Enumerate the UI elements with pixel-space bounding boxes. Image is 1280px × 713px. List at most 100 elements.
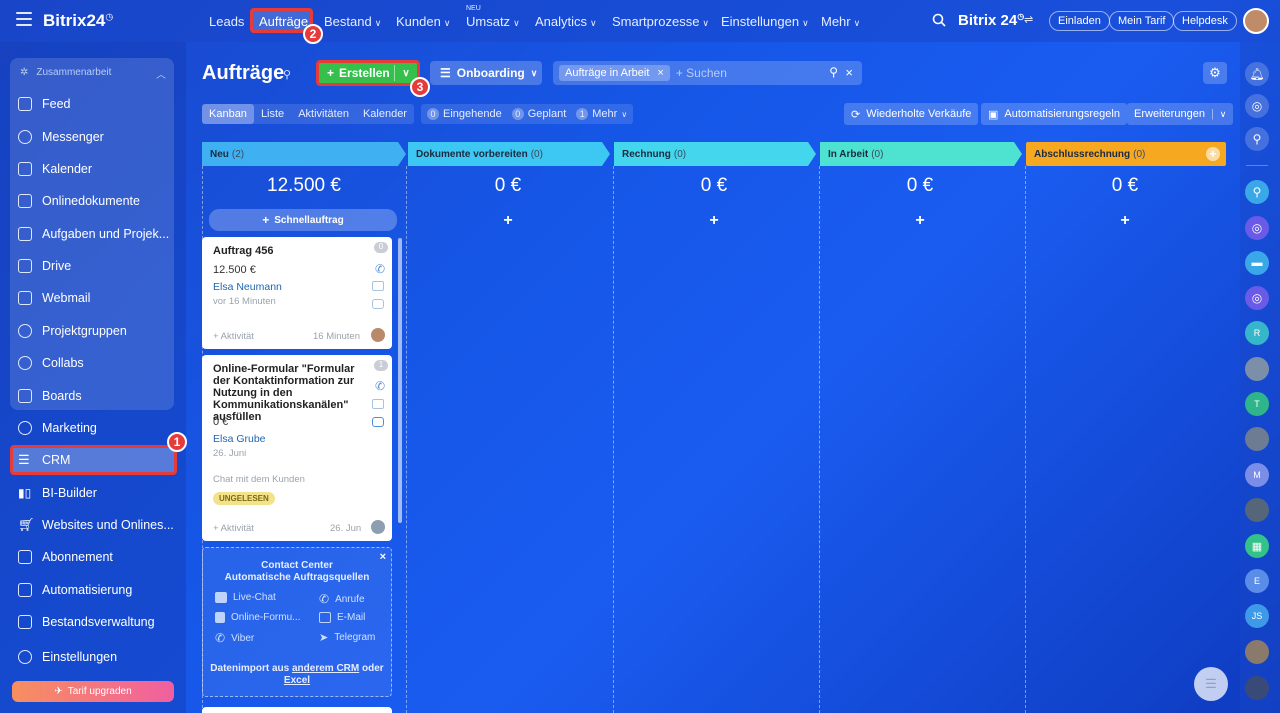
column-header-dokumente[interactable]: Dokumente vorbereiten (0) [408,142,610,166]
sidebar-item-marketing[interactable]: Marketing [18,418,97,438]
mail-icon[interactable] [372,281,384,291]
sidebar-item-websites[interactable]: 🛒︎ Websites und Onlines... [18,515,174,535]
mail-icon[interactable] [372,399,384,409]
nav-einstellungen[interactable]: Einstellungen ∨ [721,14,809,29]
cc-source-telegram[interactable]: ➤ Telegram [319,631,375,644]
card-contact[interactable]: Elsa Neumann [213,281,282,293]
contact-avatar[interactable] [1245,498,1269,522]
nav-smartprozesse[interactable]: Smartprozesse ∨ [612,14,709,29]
sidebar-item-bi-builder[interactable]: ▮▯ BI-Builder [18,483,97,503]
create-button[interactable]: + Erstellen ∨ [316,60,420,86]
sidebar-item-onlinedokumente[interactable]: Onlinedokumente [18,191,140,211]
import-excel-link[interactable]: Excel [284,675,310,686]
contact-avatar[interactable] [1245,640,1269,664]
add-activity-link[interactable]: + Aktivität [213,523,254,534]
card-title[interactable]: Online-Formular "Formular der Kontaktinf… [213,363,371,423]
sidebar-item-projektgruppen[interactable]: Projektgruppen [18,321,127,341]
chevron-down-icon[interactable]: ∨ [395,68,417,79]
sidebar-item-drive[interactable]: Drive [18,256,71,276]
cc-source-forms[interactable]: Online-Formu... [215,612,300,623]
add-column-icon[interactable]: + [1206,147,1220,161]
close-icon[interactable]: × [657,67,663,79]
nav-analytics[interactable]: Analytics ∨ [535,14,597,29]
phone-icon[interactable]: ✆ [375,262,385,276]
counter-geplant[interactable]: 0 Geplant [511,108,566,120]
chat-search-icon[interactable]: ⚲ [1245,127,1269,151]
contact-avatar[interactable] [1245,676,1269,700]
automation-button[interactable]: ▣ Automatisierungsregeln [981,103,1127,125]
counter-mehr[interactable]: 1 Mehr ∨ [576,108,627,120]
sidebar-item-bestandsverwaltung[interactable]: Bestandsverwaltung [18,612,155,632]
helpdesk-button[interactable]: Helpdesk [1173,11,1237,31]
sidebar-group-header[interactable]: ✲ Zusammenarbeit [20,67,111,78]
user-avatar[interactable] [1243,8,1269,34]
onboarding-button[interactable]: ☰ Onboarding ∨ [430,61,542,85]
contact-avatar[interactable]: T [1245,392,1269,416]
tab-liste[interactable]: Liste [254,104,291,124]
chat-icon[interactable] [372,417,384,427]
quick-deal-button[interactable]: + Schnellauftrag [209,209,397,231]
nav-leads[interactable]: Leads [209,14,244,29]
add-deal-icon[interactable]: + [822,212,1018,230]
add-deal-icon[interactable]: + [410,212,606,230]
contact-avatar[interactable] [1245,427,1269,451]
column-header-in-arbeit[interactable]: In Arbeit (0) [820,142,1022,166]
nav-kunden[interactable]: Kunden ∨ [396,14,450,29]
chat-list-button[interactable]: ☰ [1194,667,1228,701]
cc-source-email[interactable]: E-Mail [319,612,365,623]
sidebar-item-boards[interactable]: Boards [18,386,82,406]
clear-icon[interactable]: × [845,65,853,80]
my-plan-button[interactable]: Mein Tarif [1109,11,1175,31]
cc-source-livechat[interactable]: Live-Chat [215,592,276,603]
sidebar-item-crm[interactable]: ☰ CRM [18,450,70,470]
card-contact[interactable]: Elsa Grube [213,433,266,445]
import-crm-link[interactable]: anderem CRM [292,663,359,674]
phone-icon[interactable]: ✆ [375,379,385,393]
search-icon[interactable] [932,13,946,27]
sidebar-item-collabs[interactable]: Collabs [18,353,84,373]
search-filter[interactable]: Aufträge in Arbeit × + Suchen ⚲ × [553,61,862,85]
menu-icon[interactable] [16,12,32,26]
counter-eingehende[interactable]: 0 Eingehende [427,108,502,120]
tab-aktivitaeten[interactable]: Aktivitäten [291,104,356,124]
sidebar-item-kalender[interactable]: Kalender [18,159,92,179]
tab-kalender[interactable]: Kalender [356,104,414,124]
add-activity-link[interactable]: + Aktivität [213,331,254,342]
card-title[interactable]: Auftrag 456 [213,245,274,257]
sidebar-item-automatisierung[interactable]: Automatisierung [18,580,132,600]
nav-auftraege[interactable]: Aufträge [259,14,308,29]
avatar[interactable] [370,519,386,535]
invite-button[interactable]: Einladen [1049,11,1110,31]
sidebar-item-einstellungen[interactable]: Einstellungen [18,647,117,667]
search-input[interactable]: + Suchen [676,66,727,80]
logo[interactable]: Bitrix24◷ [43,11,113,31]
repeat-sales-button[interactable]: ⟳ Wiederholte Verkäufe [844,103,979,125]
channel-icon[interactable]: ◎ [1245,216,1269,240]
column-header-neu[interactable]: Neu (2) [202,142,406,166]
board-icon[interactable]: ▦ [1245,534,1269,558]
contact-avatar[interactable]: R [1245,321,1269,345]
contact-avatar[interactable]: M [1245,463,1269,487]
nav-umsatz[interactable]: Umsatz ∨ [466,14,520,29]
scrollbar[interactable] [398,238,402,523]
deal-card[interactable]: Auftrag 456 0 12.500 € Elsa Neumann vor … [202,237,392,349]
contact-avatar[interactable]: E [1245,569,1269,593]
cc-source-viber[interactable]: ✆ Viber [215,631,254,645]
tab-kanban[interactable]: Kanban [202,104,254,124]
sidebar-item-webmail[interactable]: Webmail [18,288,90,308]
sidebar-item-abonnement[interactable]: Abonnement [18,547,113,567]
sidebar-item-messenger[interactable]: Messenger [18,127,104,147]
add-deal-icon[interactable]: + [1027,212,1223,230]
copilot-icon[interactable]: ◎ [1245,94,1269,118]
nav-mehr[interactable]: Mehr ∨ [821,14,860,29]
pin-icon[interactable]: ⚲ [283,68,291,81]
nav-bestand[interactable]: Bestand ∨ [324,14,381,29]
contact-avatar[interactable] [1245,357,1269,381]
column-header-rechnung[interactable]: Rechnung (0) [614,142,816,166]
add-deal-icon[interactable]: + [616,212,812,230]
brand-settings-icon[interactable]: ⇌ [1024,13,1033,26]
search-icon[interactable]: ⚲ [829,65,838,79]
contact-avatar[interactable]: JS [1245,604,1269,628]
search-chat-icon[interactable]: ⚲ [1245,180,1269,204]
column-header-abschluss[interactable]: Abschlussrechnung (0) + [1026,142,1226,166]
